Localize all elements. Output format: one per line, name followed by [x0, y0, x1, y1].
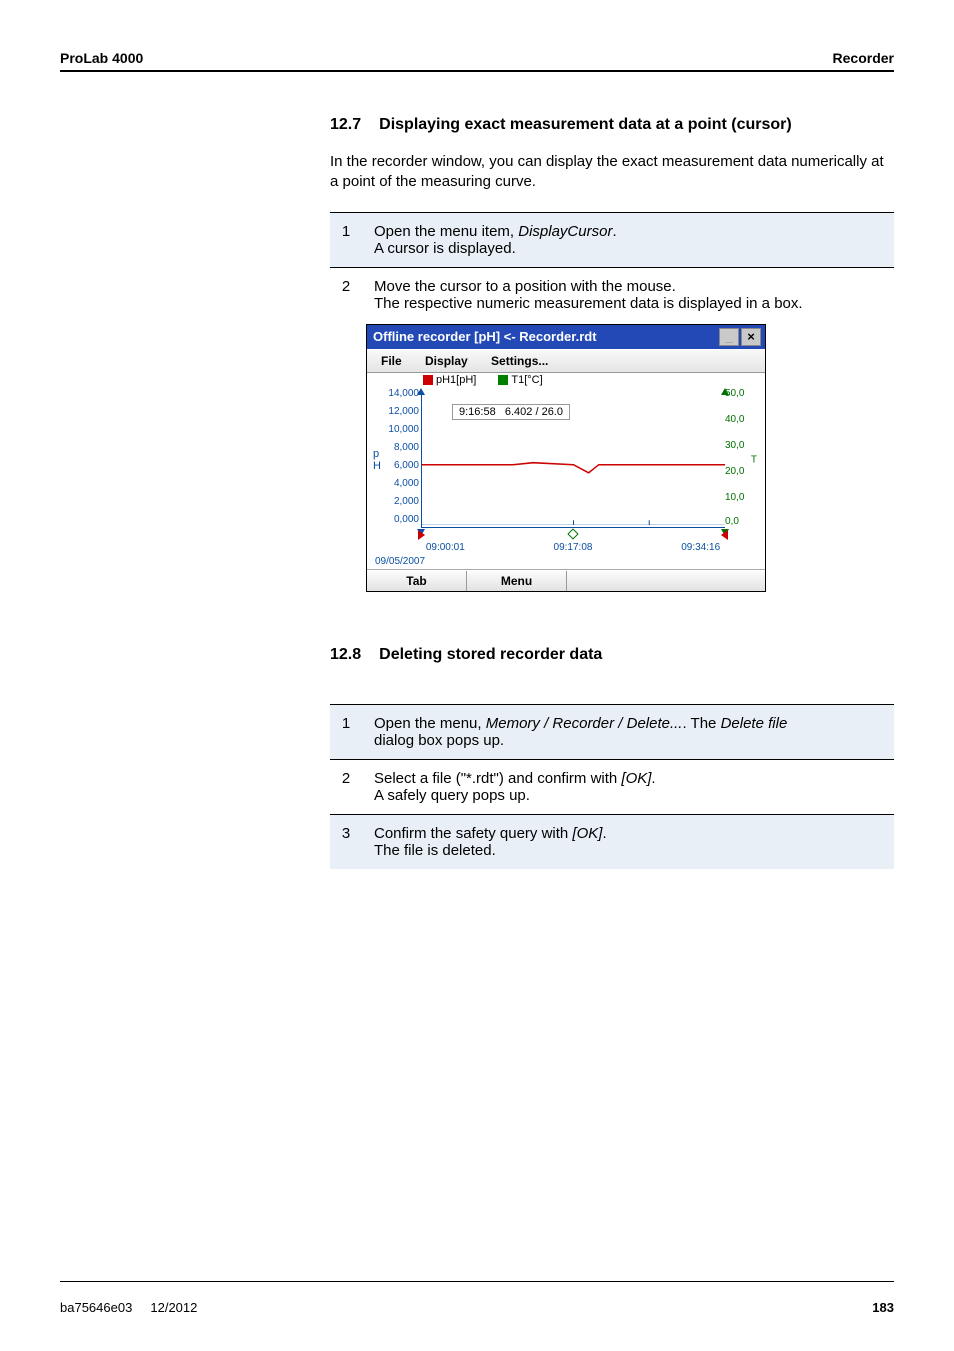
cursor-tooltip: 9:16:58 6.402 / 26.0 — [452, 404, 570, 420]
section-12-8-num: 12.8 — [330, 646, 361, 664]
titlebar[interactable]: Offline recorder [pH] <- Recorder.rdt _ … — [367, 325, 765, 349]
y2tick: 0,0 — [725, 516, 739, 527]
date-bar: 09/05/2007 — [367, 556, 765, 570]
footer: ba75646e03 12/2012 183 — [60, 1281, 894, 1315]
step-num: 1 — [330, 212, 364, 267]
y2tick: 50,0 — [725, 388, 744, 399]
steps-table-12-8: 1 Open the menu, Memory / Recorder / Del… — [330, 704, 894, 869]
step-text: Open the menu item, DisplayCursor. A cur… — [364, 212, 894, 267]
ytick: 6,000 — [379, 460, 419, 471]
section-12-7-title: 12.7 Displaying exact measurement data at… — [330, 116, 894, 134]
steps-table-12-7: 1 Open the menu item, DisplayCursor. A c… — [330, 212, 894, 322]
right-axis-label: T — [751, 454, 757, 465]
xtick: 09:00:01 — [426, 542, 465, 553]
table-row: 1 Open the menu, Memory / Recorder / Del… — [330, 704, 894, 759]
table-row: 2 Move the cursor to a position with the… — [330, 267, 894, 322]
ytick: 10,000 — [379, 424, 419, 435]
slider-right-icon[interactable] — [721, 530, 728, 540]
recorder-window: Offline recorder [pH] <- Recorder.rdt _ … — [366, 324, 766, 592]
legend-t: T1[°C] — [498, 374, 542, 386]
y2tick: 40,0 — [725, 414, 744, 425]
legend: pH1[pH] T1[°C] — [367, 373, 765, 386]
step-text: Move the cursor to a position with the m… — [364, 267, 894, 322]
legend-swatch-red — [423, 375, 433, 385]
x-ticks: 09:00:01 09:17:08 09:34:16 — [421, 542, 725, 556]
ytick: 8,000 — [379, 442, 419, 453]
xtick: 09:34:16 — [681, 542, 720, 553]
step-num: 2 — [330, 267, 364, 322]
section-12-7-num: 12.7 — [330, 116, 361, 134]
bottom-bar: Tab Menu — [367, 570, 765, 591]
page-number: 183 — [872, 1300, 894, 1315]
header-right: Recorder — [833, 50, 894, 66]
section-12-7-intro: In the recorder window, you can display … — [330, 152, 894, 192]
right-axis: T 50,0 40,0 30,0 20,0 10,0 0,0 — [725, 392, 759, 528]
y2tick: 20,0 — [725, 466, 744, 477]
section-12-8-title: 12.8 Deleting stored recorder data — [330, 646, 894, 664]
slider-left-icon[interactable] — [418, 530, 425, 540]
y2tick: 30,0 — [725, 440, 744, 451]
table-row: 3 Confirm the safety query with [OK]. Th… — [330, 814, 894, 869]
tab-button[interactable]: Tab — [367, 571, 467, 591]
ytick: 2,000 — [379, 496, 419, 507]
xtick: 09:17:08 — [554, 542, 593, 553]
x-slider[interactable] — [421, 530, 725, 542]
step-num: 3 — [330, 814, 364, 869]
chart-box[interactable]: 9:16:58 6.402 / 26.0 — [421, 392, 725, 528]
step-text: Open the menu, Memory / Recorder / Delet… — [364, 704, 894, 759]
plot-area[interactable]: pH 14,000 12,000 10,000 8,000 6,000 4,00… — [373, 388, 759, 556]
y2tick: 10,0 — [725, 492, 744, 503]
menu-file[interactable]: File — [371, 352, 412, 370]
step-num: 1 — [330, 704, 364, 759]
step-num: 2 — [330, 759, 364, 814]
bottom-bar-spacer — [567, 571, 765, 591]
menu-display[interactable]: Display — [415, 352, 478, 370]
left-axis: pH 14,000 12,000 10,000 8,000 6,000 4,00… — [373, 392, 421, 528]
ytick: 12,000 — [379, 406, 419, 417]
cursor-handle-icon[interactable] — [567, 528, 578, 539]
footer-left: ba75646e03 12/2012 — [60, 1300, 197, 1315]
menubar: File Display Settings... — [367, 349, 765, 373]
minimize-button[interactable]: _ — [719, 328, 739, 346]
step-text: Confirm the safety query with [OK]. The … — [364, 814, 894, 869]
close-button[interactable]: × — [741, 328, 761, 346]
window-title: Offline recorder [pH] <- Recorder.rdt — [371, 329, 717, 344]
menu-settings[interactable]: Settings... — [481, 352, 558, 370]
table-row: 1 Open the menu item, DisplayCursor. A c… — [330, 212, 894, 267]
section-12-7-text: Displaying exact measurement data at a p… — [379, 116, 792, 133]
footer-rule — [60, 1281, 894, 1282]
step-text: Select a file ("*.rdt") and confirm with… — [364, 759, 894, 814]
ytick: 4,000 — [379, 478, 419, 489]
ytick: 14,000 — [379, 388, 419, 399]
table-row: 2 Select a file ("*.rdt") and confirm wi… — [330, 759, 894, 814]
ytick: 0,000 — [379, 514, 419, 525]
menu-button[interactable]: Menu — [467, 571, 567, 591]
legend-swatch-green — [498, 375, 508, 385]
legend-ph: pH1[pH] — [423, 374, 476, 386]
section-12-8-text: Deleting stored recorder data — [379, 646, 602, 663]
header-left: ProLab 4000 — [60, 50, 143, 66]
